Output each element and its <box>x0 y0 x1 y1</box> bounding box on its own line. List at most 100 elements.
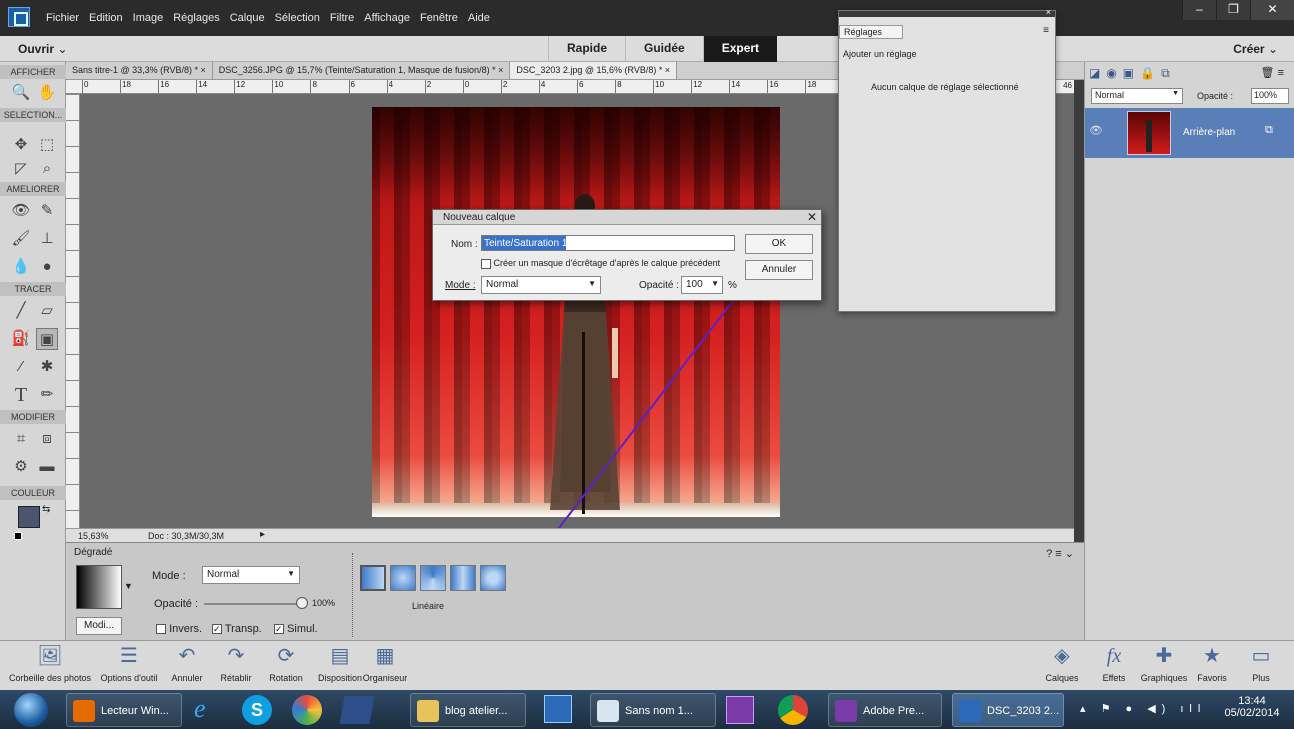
media-player-icon <box>73 700 95 722</box>
eye-icon[interactable]: 👁 <box>1089 124 1103 137</box>
bottom-bar: 🖼 Corbeille des photos ☰ Options d'outil ↶… <box>0 640 1294 690</box>
reflected-gradient-icon[interactable] <box>450 565 476 591</box>
layer-row-background[interactable]: 👁 Arrière-plan ⧉ <box>1085 108 1294 158</box>
panel-menu-icon[interactable]: ≡ <box>1043 25 1049 36</box>
dialog-opacity-field[interactable]: 100 ▼ <box>681 276 723 294</box>
zoom-level[interactable]: 15,63% <box>78 531 109 541</box>
layers-button[interactable]: ◈ Calques <box>1042 643 1082 683</box>
layer-lock-icon: ⧉ <box>1265 124 1273 136</box>
status-bar: 15,63% Doc : 30,3M/30,3M ▸ <box>66 528 1074 542</box>
dialog-mode-select[interactable]: Normal ▼ <box>481 276 601 294</box>
cancel-button[interactable]: Annuler <box>745 260 813 280</box>
gradient-dropdown-icon[interactable]: ▼ <box>124 581 133 591</box>
skype-icon[interactable]: S <box>242 695 272 725</box>
star-icon: ★ <box>1203 645 1221 667</box>
layer-opacity-label: Opacité : <box>1197 91 1234 101</box>
opacity-slider-knob[interactable] <box>296 597 308 609</box>
redo-icon: ↷ <box>227 645 245 667</box>
opacity-slider[interactable] <box>204 603 302 605</box>
mode-label: Mode : <box>152 570 186 582</box>
name-label: Nom : <box>451 239 478 250</box>
book-app-icon[interactable] <box>339 696 375 724</box>
layer-name-input[interactable] <box>481 235 735 251</box>
rotate-button[interactable]: ⟳ Rotation <box>264 643 308 683</box>
mode-select[interactable]: Normal ▼ <box>202 566 300 584</box>
transparency-option[interactable]: ✓ Transp. <box>212 623 262 635</box>
taskbar-adobe-premiere[interactable]: Adobe Pre... <box>828 693 942 727</box>
layer-opacity-field[interactable]: 100% <box>1251 88 1289 104</box>
dialog-opacity-label: Opacité : <box>639 280 680 291</box>
add-adjustment-label: Ajouter un réglage <box>843 49 917 59</box>
layers-toolbar-icons[interactable]: ◪◉▣🔒⧉ <box>1089 66 1176 81</box>
clock-date: 05/02/2014 <box>1224 707 1280 719</box>
no-adjustment-message: Aucun calque de réglage sélectionné <box>871 82 1019 92</box>
percent-label: % <box>728 280 737 291</box>
help-icon[interactable]: ? ≡ ⌄ <box>1046 547 1074 560</box>
start-button-icon[interactable] <box>14 693 48 727</box>
favorites-button[interactable]: ★ Favoris <box>1194 643 1230 683</box>
clip-mask-option[interactable]: Créer un masque d'écrêtage d'après le ca… <box>481 258 720 269</box>
graphics-button[interactable]: ✚ Graphiques <box>1136 643 1192 683</box>
layers-icon: ◈ <box>1054 645 1070 667</box>
internet-explorer-icon[interactable]: e <box>194 694 206 724</box>
redo-button[interactable]: ↷ Rétablir <box>214 643 258 683</box>
fx-icon: fx <box>1106 645 1122 667</box>
undo-icon: ↶ <box>178 645 196 667</box>
angle-gradient-icon[interactable] <box>420 565 446 591</box>
chrome-icon[interactable] <box>778 695 808 725</box>
windows-taskbar: Lecteur Win... e S blog atelier... Sans … <box>0 690 1294 729</box>
panel-close-icon[interactable]: × <box>1046 7 1051 17</box>
gradient-preview[interactable] <box>76 565 122 609</box>
panel-grab-bar[interactable] <box>839 11 1055 17</box>
more-panels-icon: ▭ <box>1251 645 1271 667</box>
radial-gradient-icon[interactable] <box>390 565 416 591</box>
undo-button[interactable]: ↶ Annuler <box>166 643 208 683</box>
premiere-elements-icon[interactable] <box>726 696 754 724</box>
picasa-icon[interactable] <box>292 695 322 725</box>
options-title: Dégradé <box>74 547 113 558</box>
diamond-gradient-icon[interactable] <box>480 565 506 591</box>
effects-button[interactable]: fx Effets <box>1094 643 1134 683</box>
photoshop-elements-icon <box>959 700 981 722</box>
status-menu-arrow-icon[interactable]: ▸ <box>260 529 265 540</box>
clock-time: 13:44 <box>1238 695 1266 707</box>
layout-icon: ▤ <box>330 645 350 667</box>
more-button[interactable]: ▭ Plus <box>1244 643 1278 683</box>
system-tray-icons[interactable]: ▴ ⚑ ● ◀) ıll <box>1080 702 1206 715</box>
mode-label: Mode : <box>445 280 476 291</box>
panel-tab-reglages[interactable]: Réglages <box>839 25 903 39</box>
blend-mode-select[interactable]: Normal ▼ <box>1091 88 1183 104</box>
invert-option[interactable]: Invers. <box>156 623 202 635</box>
opacity-label: Opacité : <box>154 598 199 610</box>
modify-gradient-button[interactable]: Modi... <box>76 617 122 635</box>
adjustments-panel: × Réglages ≡ Ajouter un réglage Aucun ca… <box>838 7 1056 312</box>
taskbar-folder[interactable]: blog atelier... <box>410 693 526 727</box>
tool-options-panel: Dégradé ? ≡ ⌄ ▼ Modi... Mode : Normal ▼ O… <box>66 542 1084 640</box>
adobe-premiere-icon <box>835 700 857 722</box>
gradient-type-label: Linéaire <box>412 601 445 611</box>
ok-button[interactable]: OK <box>745 234 813 254</box>
linear-gradient-icon[interactable] <box>360 565 386 591</box>
tool-options-icon: ☰ <box>120 645 138 667</box>
photo-bin-button[interactable]: 🖼 Corbeille des photos <box>2 643 98 683</box>
plus-icon: ✚ <box>1155 645 1173 667</box>
organizer-button[interactable]: ▦ Organiseur <box>360 643 410 683</box>
layer-thumbnail <box>1127 111 1171 155</box>
layer-name: Arrière-plan <box>1183 127 1236 138</box>
new-layer-dialog: Nouveau calque ✕ Nom : Créer un masque d… <box>432 209 822 301</box>
taskbar-dsc-3203[interactable]: DSC_3203 2... <box>952 693 1064 727</box>
tool-options-button[interactable]: ☰ Options d'outil <box>94 643 164 683</box>
photo-bin-icon: 🖼 <box>37 645 63 667</box>
simulate-option[interactable]: ✓ Simul. <box>274 623 318 635</box>
options-divider <box>352 553 353 637</box>
doc-size: Doc : 30,3M/30,3M <box>148 531 225 541</box>
taskbar-sans-nom[interactable]: Sans nom 1... <box>590 693 716 727</box>
gradient-types <box>360 565 506 591</box>
clock[interactable]: 13:44 05/02/2014 <box>1220 695 1284 719</box>
rotate-icon: ⟳ <box>277 645 295 667</box>
taskbar-media-player[interactable]: Lecteur Win... <box>66 693 182 727</box>
delete-layer-icon[interactable]: 🗑 ≡ <box>1261 66 1284 79</box>
elements-editor-icon[interactable] <box>544 695 572 723</box>
dialog-close-icon[interactable]: ✕ <box>807 210 817 224</box>
folder-icon <box>417 700 439 722</box>
